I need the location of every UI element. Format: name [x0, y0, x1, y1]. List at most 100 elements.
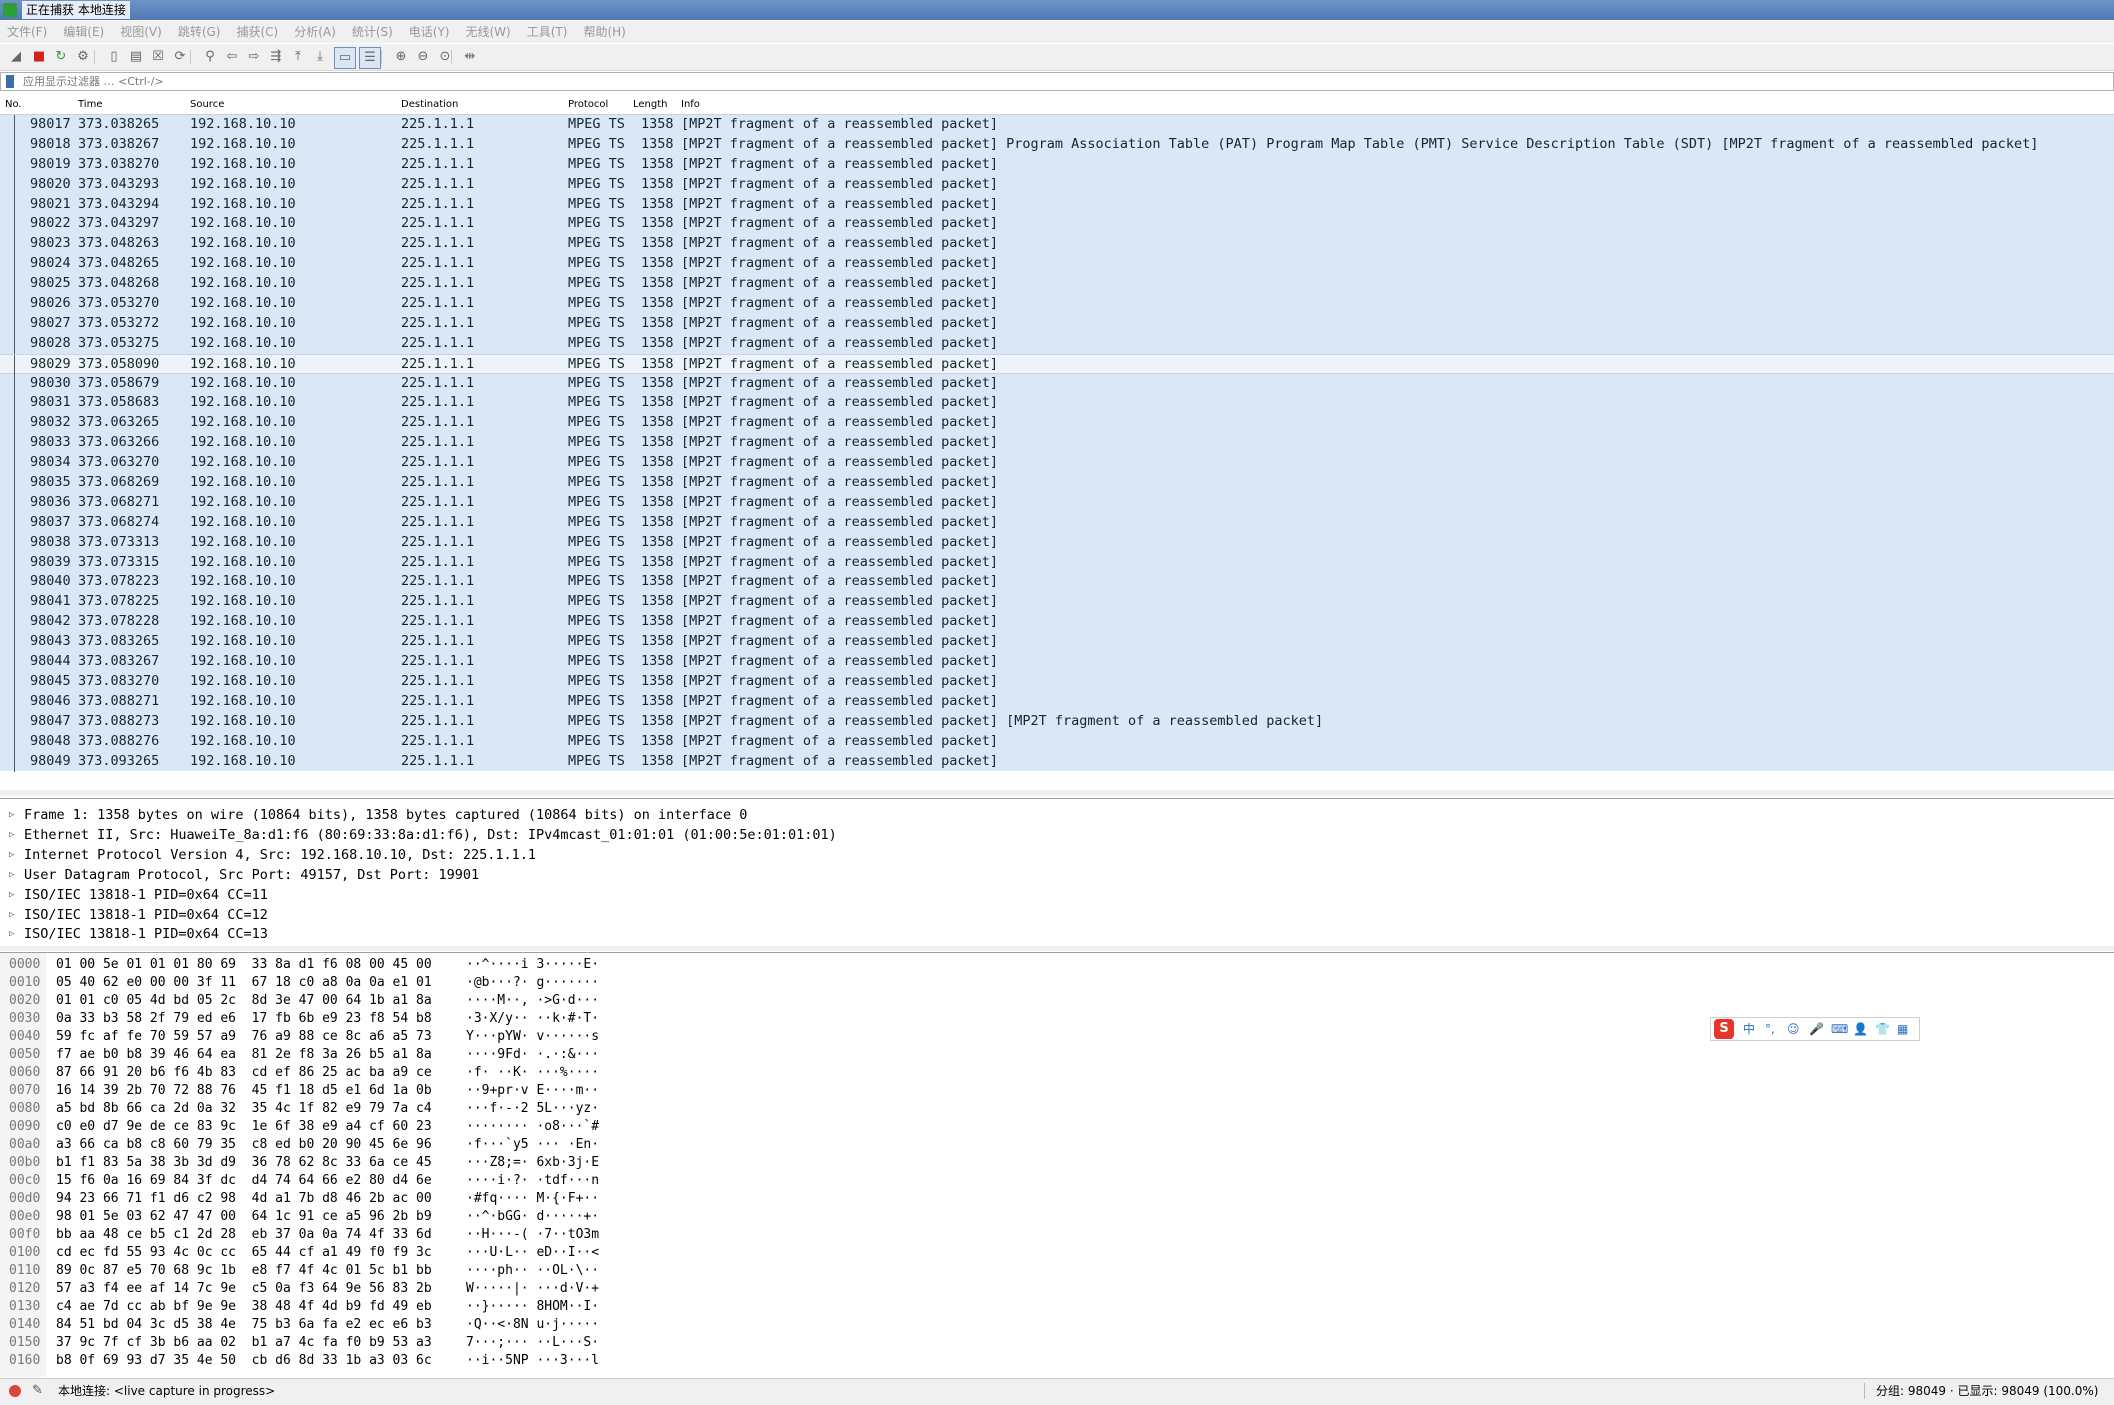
packet-row[interactable]: 98030 373.058679 192.168.10.10 225.1.1.1 MPE…	[0, 373, 2114, 394]
packet-row[interactable]: 98032 373.063265 192.168.10.10 225.1.1.1 MPE…	[0, 413, 2114, 434]
packet-row[interactable]: 98027 373.053272 192.168.10.10 225.1.1.1 MPE…	[0, 313, 2114, 334]
column-header-length[interactable]: Length	[633, 96, 668, 114]
detail-tree-item[interactable]: ▷ Internet Protocol Version 4, Src: 192.1…	[0, 845, 2114, 865]
save-file-icon[interactable]: ▤	[128, 49, 144, 65]
packet-row[interactable]: 98043 373.083265 192.168.10.10 225.1.1.1 MPE…	[0, 632, 2114, 653]
menu-item-3[interactable]: 跳转(G)	[178, 21, 221, 43]
column-header-destination[interactable]: Destination	[401, 96, 458, 114]
expand-arrow-icon[interactable]: ▷	[9, 865, 14, 885]
ime-emoji-icon[interactable]: ☺	[1787, 1018, 1800, 1040]
packet-row[interactable]: 98047 373.088273 192.168.10.10 225.1.1.1 MPE…	[0, 711, 2114, 732]
column-header-info[interactable]: Info	[681, 96, 700, 114]
expand-arrow-icon[interactable]: ▷	[9, 924, 14, 944]
packet-row[interactable]: 98017 373.038265 192.168.10.10 225.1.1.1 MPE…	[0, 115, 2114, 135]
menu-item-4[interactable]: 捕获(C)	[236, 21, 278, 43]
menu-item-6[interactable]: 统计(S)	[352, 21, 393, 43]
bytes-row[interactable]: 0150 37 9c 7f cf 3b b6 aa 02 b1 a7 4c fa …	[0, 1334, 2114, 1352]
find-packet-icon[interactable]: ⚲	[202, 49, 218, 65]
ime-chinese-mode-icon[interactable]: 中	[1743, 1018, 1755, 1040]
go-to-packet-icon[interactable]: ⇶	[268, 49, 284, 65]
autoscroll-icon[interactable]: ▭	[334, 47, 356, 69]
detail-tree-item[interactable]: ▷ Frame 1: 1358 bytes on wire (10864 bits…	[0, 805, 2114, 825]
packet-row[interactable]: 98049 373.093265 192.168.10.10 225.1.1.1 MPE…	[0, 751, 2114, 772]
zoom-in-icon[interactable]: ⊕	[393, 49, 409, 65]
menu-item-7[interactable]: 电话(Y)	[409, 21, 450, 43]
bookmark-icon[interactable]	[6, 75, 14, 88]
bytes-row[interactable]: 0100 cd ec fd 55 93 4c 0c cc 65 44 cf a1 …	[0, 1244, 2114, 1262]
bytes-row[interactable]: 0130 c4 ae 7d cc ab bf 9e 9e 38 48 4f 4d …	[0, 1298, 2114, 1316]
ime-toolbox-icon[interactable]: ▦	[1897, 1018, 1908, 1040]
packet-row[interactable]: 98026 373.053270 192.168.10.10 225.1.1.1 MPE…	[0, 294, 2114, 315]
packet-row[interactable]: 98025 373.048268 192.168.10.10 225.1.1.1 MPE…	[0, 274, 2114, 295]
bytes-row[interactable]: 0140 84 51 bd 04 3c d5 38 4e 75 b3 6a fa …	[0, 1316, 2114, 1334]
display-filter-input[interactable]: 应用显示过滤器 … <Ctrl-/>	[0, 72, 2114, 91]
bytes-row[interactable]: 0120 57 a3 f4 ee af 14 7c 9e c5 0a f3 64 …	[0, 1280, 2114, 1298]
menu-item-2[interactable]: 视图(V)	[120, 21, 162, 43]
packet-bytes-pane[interactable]: 0000 01 00 5e 01 01 01 80 69 33 8a d1 f6 …	[0, 952, 2114, 1377]
packet-row[interactable]: 98046 373.088271 192.168.10.10 225.1.1.1 MPE…	[0, 691, 2114, 712]
expand-arrow-icon[interactable]: ▷	[9, 905, 14, 925]
menu-item-0[interactable]: 文件(F)	[7, 21, 47, 43]
pane-splitter-bottom[interactable]	[0, 946, 2114, 951]
reload-file-icon[interactable]: ⟳	[172, 49, 188, 65]
record-icon[interactable]	[9, 1385, 21, 1397]
bytes-row[interactable]: 0090 c0 e0 d7 9e de ce 83 9c 1e 6f 38 e9 …	[0, 1118, 2114, 1136]
ime-voice-icon[interactable]: 🎤	[1809, 1018, 1824, 1040]
column-header-protocol[interactable]: Protocol	[568, 96, 608, 114]
detail-tree-item[interactable]: ▷ ISO/IEC 13818-1 PID=0x64 CC=13	[0, 924, 2114, 944]
bytes-row[interactable]: 00f0 bb aa 48 ce b5 c1 2d 28 eb 37 0a 0a …	[0, 1226, 2114, 1244]
bytes-row[interactable]: 0010 05 40 62 e0 00 00 3f 11 67 18 c0 a8 …	[0, 974, 2114, 992]
bytes-row[interactable]: 00c0 15 f6 0a 16 69 84 3f dc d4 74 64 66 …	[0, 1172, 2114, 1190]
packet-row[interactable]: 98040 373.078223 192.168.10.10 225.1.1.1 MPE…	[0, 572, 2114, 593]
packet-row[interactable]: 98042 373.078228 192.168.10.10 225.1.1.1 MPE…	[0, 612, 2114, 633]
detail-tree-item[interactable]: ▷ User Datagram Protocol, Src Port: 49157…	[0, 865, 2114, 885]
column-header-source[interactable]: Source	[190, 96, 224, 114]
packet-row[interactable]: 98033 373.063266 192.168.10.10 225.1.1.1 MPE…	[0, 433, 2114, 454]
go-back-icon[interactable]: ⇦	[224, 49, 240, 65]
packet-row[interactable]: 98034 373.063270 192.168.10.10 225.1.1.1 MPE…	[0, 453, 2114, 474]
resize-columns-icon[interactable]: ⇹	[462, 49, 478, 65]
packet-row[interactable]: 98023 373.048263 192.168.10.10 225.1.1.1 MPE…	[0, 234, 2114, 255]
ime-keyboard-icon[interactable]: ⌨	[1831, 1018, 1848, 1040]
bytes-row[interactable]: 0110 89 0c 87 e5 70 68 9c 1b e8 f7 4f 4c …	[0, 1262, 2114, 1280]
detail-tree-item[interactable]: ▷ ISO/IEC 13818-1 PID=0x64 CC=12	[0, 905, 2114, 925]
expand-arrow-icon[interactable]: ▷	[9, 885, 14, 905]
menu-item-10[interactable]: 帮助(H)	[583, 21, 625, 43]
packet-list[interactable]: No. Time Source Destination Protocol Len…	[0, 96, 2114, 796]
restart-capture-icon[interactable]: ↻	[53, 49, 69, 65]
stop-capture-icon[interactable]: ■	[31, 49, 47, 65]
packet-row[interactable]: 98020 373.043293 192.168.10.10 225.1.1.1 MPE…	[0, 174, 2114, 195]
packet-row[interactable]: 98019 373.038270 192.168.10.10 225.1.1.1 MPE…	[0, 154, 2114, 175]
sogou-logo-icon[interactable]: S	[1714, 1019, 1734, 1039]
ime-punctuation-icon[interactable]: °,	[1765, 1018, 1775, 1040]
bytes-row[interactable]: 00b0 b1 f1 83 5a 38 3b 3d d9 36 78 62 8c …	[0, 1154, 2114, 1172]
packet-row[interactable]: 98018 373.038267 192.168.10.10 225.1.1.1 MPE…	[0, 134, 2114, 155]
packet-row[interactable]: 98048 373.088276 192.168.10.10 225.1.1.1 MPE…	[0, 731, 2114, 752]
packet-row[interactable]: 98036 373.068271 192.168.10.10 225.1.1.1 MPE…	[0, 492, 2114, 513]
bytes-row[interactable]: 00e0 98 01 5e 03 62 47 47 00 64 1c 91 ce …	[0, 1208, 2114, 1226]
packet-row[interactable]: 98031 373.058683 192.168.10.10 225.1.1.1 MPE…	[0, 393, 2114, 414]
bytes-row[interactable]: 0060 87 66 91 20 b6 f6 4b 83 cd ef 86 25 …	[0, 1064, 2114, 1082]
expand-arrow-icon[interactable]: ▷	[9, 805, 14, 825]
bytes-row[interactable]: 0020 01 01 c0 05 4d bd 05 2c 8d 3e 47 00 …	[0, 992, 2114, 1010]
go-forward-icon[interactable]: ⇨	[246, 49, 262, 65]
zoom-out-icon[interactable]: ⊖	[415, 49, 431, 65]
ime-toolbar[interactable]: S 中 °, ☺ 🎤 ⌨ 👤 👕 ▦	[1710, 1017, 1920, 1041]
packet-row[interactable]: 98022 373.043297 192.168.10.10 225.1.1.1 MPE…	[0, 214, 2114, 235]
bytes-row[interactable]: 0000 01 00 5e 01 01 01 80 69 33 8a d1 f6 …	[0, 956, 2114, 974]
packet-details-tree[interactable]: ▷ Frame 1: 1358 bytes on wire (10864 bits…	[0, 798, 2114, 947]
packet-row[interactable]: 98041 373.078225 192.168.10.10 225.1.1.1 MPE…	[0, 592, 2114, 613]
packet-row[interactable]: 98028 373.053275 192.168.10.10 225.1.1.1 MPE…	[0, 333, 2114, 354]
menu-item-1[interactable]: 编辑(E)	[63, 21, 104, 43]
ime-user-icon[interactable]: 👤	[1853, 1018, 1868, 1040]
bytes-row[interactable]: 00d0 94 23 66 71 f1 d6 c2 98 4d a1 7b d8 …	[0, 1190, 2114, 1208]
packet-row[interactable]: 98038 373.073313 192.168.10.10 225.1.1.1 MPE…	[0, 532, 2114, 553]
pane-splitter-top[interactable]	[0, 790, 2114, 796]
menu-item-9[interactable]: 工具(T)	[527, 21, 568, 43]
packet-row[interactable]: 98021 373.043294 192.168.10.10 225.1.1.1 MPE…	[0, 194, 2114, 215]
packet-row[interactable]: 98045 373.083270 192.168.10.10 225.1.1.1 MPE…	[0, 671, 2114, 692]
column-header-no[interactable]: No.	[5, 96, 22, 114]
shark-fin-start-icon[interactable]: ◢	[8, 49, 24, 65]
packet-row[interactable]: 98024 373.048265 192.168.10.10 225.1.1.1 MPE…	[0, 254, 2114, 275]
capture-options-icon[interactable]: ⚙	[75, 49, 91, 65]
